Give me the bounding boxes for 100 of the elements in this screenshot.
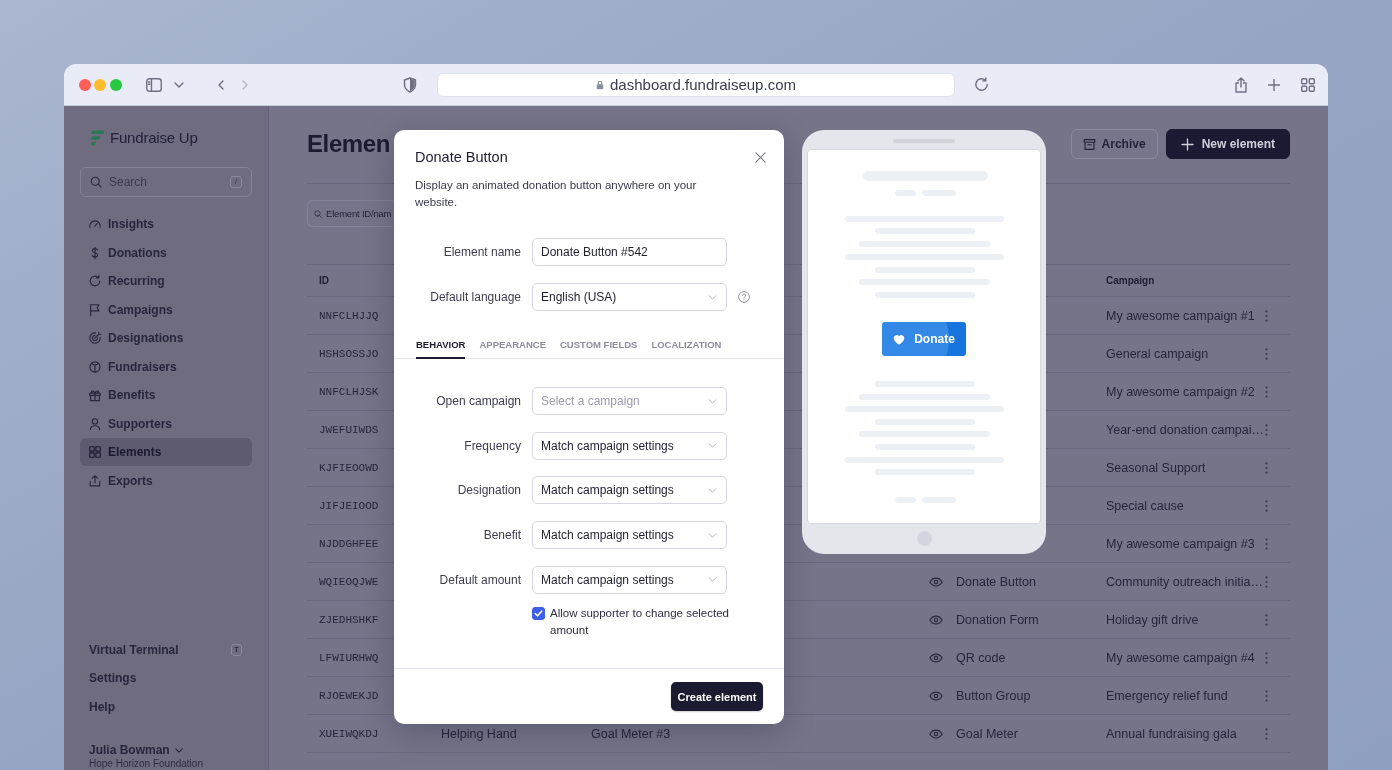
nav-item[interactable]: Benefits	[80, 381, 252, 409]
donate-button[interactable]: Donate	[882, 322, 966, 356]
back-icon[interactable]	[218, 79, 224, 90]
nav-item[interactable]: Settings	[80, 664, 252, 692]
reload-icon[interactable]	[974, 77, 989, 92]
upload-icon	[88, 473, 102, 488]
tab[interactable]: APPEARANCE	[479, 335, 546, 359]
tab[interactable]: BEHAVIOR	[416, 335, 466, 359]
field-label: Open campaign	[436, 394, 521, 408]
element-id: WQIEOQJWE	[319, 574, 379, 589]
more-options-icon[interactable]	[1265, 651, 1268, 664]
nav-item[interactable]: Fundraisers	[80, 352, 252, 381]
campaign-name: Year-end donation campai…	[1106, 422, 1264, 437]
more-options-icon[interactable]	[1265, 499, 1268, 512]
account-menu[interactable]: Julia Bowman	[89, 742, 183, 758]
search-icon	[314, 209, 322, 218]
dropdown[interactable]: Match campaign settings	[532, 565, 727, 594]
campaign-name: My awesome campaign #4	[1106, 650, 1255, 665]
more-options-icon[interactable]	[1265, 575, 1268, 588]
eye-icon[interactable]	[929, 728, 943, 739]
close-icon[interactable]	[755, 151, 766, 163]
element-id: NJDDGHFEE	[319, 536, 379, 551]
flag-icon	[88, 302, 102, 317]
text-input[interactable]: Donate Button #542	[532, 238, 727, 266]
help-icon[interactable]	[738, 291, 750, 303]
nav-item[interactable]: Exports	[80, 466, 252, 495]
lock-icon	[596, 79, 604, 90]
more-options-icon[interactable]	[1265, 461, 1268, 474]
nav-item[interactable]: Donations	[80, 238, 252, 267]
more-options-icon[interactable]	[1265, 689, 1268, 702]
field-label: Frequency	[464, 438, 521, 453]
logo-icon	[90, 130, 105, 146]
chevron-down-icon[interactable]	[174, 81, 184, 88]
more-options-icon[interactable]	[1265, 613, 1268, 626]
dropdown[interactable]: Match campaign settings	[532, 476, 727, 505]
nav-item[interactable]: Help	[80, 692, 252, 721]
page-title: Elemen	[307, 129, 390, 159]
forward-icon[interactable]	[242, 79, 248, 90]
new-tab-icon[interactable]	[1268, 78, 1280, 91]
shield-icon[interactable]	[403, 76, 417, 93]
new-element-button[interactable]: New element	[1165, 129, 1290, 159]
close-window-icon[interactable]	[79, 78, 91, 91]
nav-item[interactable]: Supporters	[80, 409, 252, 438]
more-options-icon[interactable]	[1265, 309, 1268, 322]
nav-item[interactable]: Insights	[80, 210, 252, 238]
zoom-window-icon[interactable]	[110, 78, 122, 91]
element-id: NNFCLHJJQ	[319, 308, 379, 323]
table-text: Helping Hand	[441, 726, 517, 741]
column-header: ID	[319, 274, 329, 287]
campaign-name: Holiday gift drive	[1106, 612, 1199, 627]
more-options-icon[interactable]	[1265, 347, 1268, 360]
nav-item[interactable]: Campaigns	[80, 295, 252, 324]
campaign-name: Special cause	[1106, 498, 1184, 513]
share-icon[interactable]	[1234, 76, 1248, 93]
dropdown[interactable]: Select a campaign	[532, 387, 727, 415]
element-name: Goal Meter #3	[591, 726, 671, 741]
search-icon	[90, 176, 102, 188]
plus-icon	[1180, 137, 1194, 151]
eye-icon[interactable]	[929, 614, 943, 625]
sidebar-toggle-icon[interactable]	[146, 77, 162, 92]
eye-icon[interactable]	[929, 576, 943, 587]
tab-overview-icon[interactable]	[1301, 77, 1315, 92]
address-bar[interactable]: dashboard.fundraiseup.com	[437, 72, 955, 97]
chevron-down-icon	[708, 532, 717, 538]
element-type: Goal Meter	[956, 726, 1018, 741]
organization-name: Hope Horizon Foundation	[89, 758, 204, 770]
nav-item[interactable]: Designations	[80, 324, 252, 352]
eye-icon[interactable]	[929, 652, 943, 663]
create-element-button[interactable]: Create element	[671, 682, 763, 711]
dropdown[interactable]: English (USA)	[532, 283, 727, 311]
nav-item[interactable]: Recurring	[80, 267, 252, 295]
minimize-window-icon[interactable]	[94, 78, 106, 91]
refresh-icon	[88, 274, 102, 288]
campaign-name: My awesome campaign #1	[1106, 308, 1255, 323]
dialog-description: Display an animated donation button anywhere on your website.	[415, 178, 698, 210]
archive-box-icon	[1082, 137, 1096, 151]
campaign-name: General campaign	[1106, 346, 1209, 361]
element-id: NNFCLHJSK	[319, 384, 379, 399]
element-id: RJOEWEKJD	[319, 688, 379, 703]
nav-item[interactable]: Elements	[80, 438, 252, 466]
archive-button[interactable]: Archive	[1070, 129, 1158, 159]
element-type: Button Group	[956, 688, 1031, 703]
search-field[interactable]: Element ID/nam	[307, 200, 393, 227]
tab[interactable]: LOCALIZATION	[651, 335, 722, 359]
chevron-down-icon	[708, 294, 717, 300]
campaign-name: Community outreach initia…	[1106, 574, 1263, 589]
more-options-icon[interactable]	[1265, 385, 1268, 398]
more-options-icon[interactable]	[1265, 727, 1268, 740]
element-type: QR code	[956, 650, 1006, 665]
grid-icon	[88, 445, 102, 459]
chevron-down-icon	[708, 487, 717, 493]
tab[interactable]: CUSTOM FIELDS	[559, 335, 638, 359]
element-id: KJFIEOOWD	[319, 460, 379, 475]
dropdown[interactable]: Match campaign settings	[532, 431, 727, 460]
gauge-icon	[88, 217, 102, 231]
checkbox[interactable]	[532, 607, 545, 621]
more-options-icon[interactable]	[1265, 423, 1268, 436]
eye-icon[interactable]	[929, 690, 943, 701]
dropdown[interactable]: Match campaign settings	[532, 521, 727, 550]
more-options-icon[interactable]	[1265, 537, 1268, 550]
